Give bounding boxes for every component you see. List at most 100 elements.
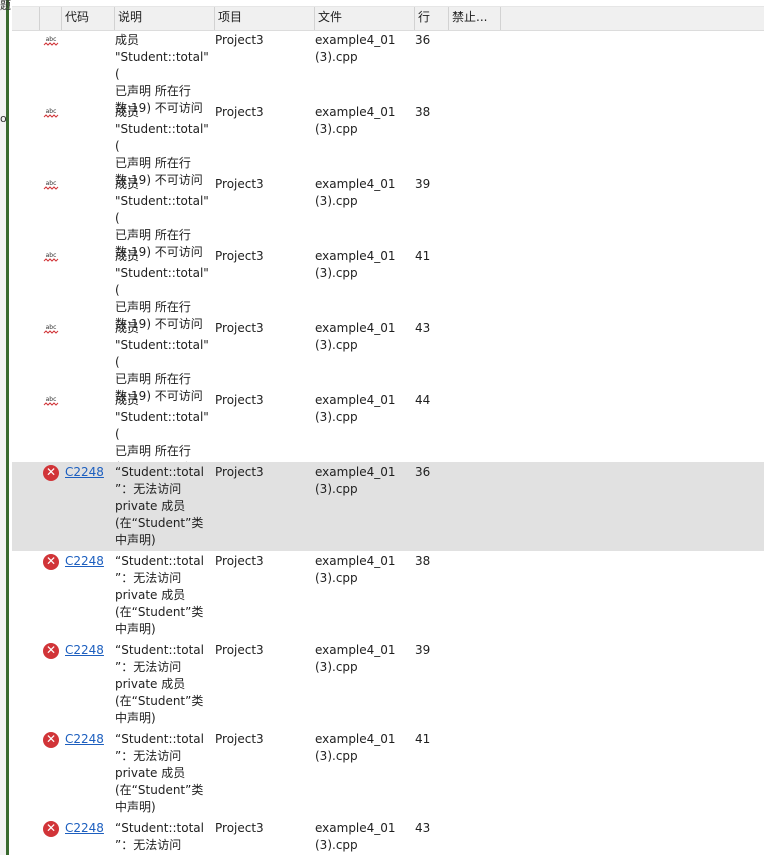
error-line-number: 43 (415, 321, 431, 335)
error-list-row[interactable]: ✕ C2248 “Student::total ”：无法访问 private 成员 (在“… (12, 729, 764, 818)
file-name-line: (3).cpp (315, 194, 358, 208)
description-line: “Student::total (115, 465, 204, 479)
error-file: example4_01 (3).cpp (315, 104, 405, 138)
error-line-number: 43 (415, 821, 431, 835)
error-project: Project3 (215, 177, 264, 191)
error-icon: ✕ (43, 465, 59, 481)
error-code-link[interactable]: C2248 (65, 821, 104, 835)
intellisense-squiggle-icon: abc (43, 36, 59, 46)
error-file: example4_01 (3).cpp (315, 553, 405, 587)
description-line: 成员 (115, 33, 140, 47)
error-code[interactable]: C2248 (65, 731, 104, 748)
error-list-row[interactable]: abc成员"Student::total" (已声明 所在行数:19) 不可访问… (12, 102, 764, 187)
error-line-number: 38 (415, 105, 431, 119)
intellisense-squiggle-icon: abc (43, 108, 59, 118)
edge-glyph-top: 题 (0, 0, 11, 12)
description-line: 已声明 所在行 (115, 444, 191, 458)
error-code-link[interactable]: C2248 (65, 554, 104, 568)
description-line: private 成员 (115, 499, 186, 513)
error-icon-cross: ✕ (45, 554, 57, 568)
error-project: Project3 (215, 249, 264, 263)
description-line: (在“Student”类 (115, 694, 204, 708)
error-code[interactable]: C2248 (65, 553, 104, 570)
error-list-row[interactable]: abc成员"Student::total" (已声明 所在行数:19) 不可访问… (12, 318, 764, 403)
file-name-line: example4_01 (315, 33, 396, 47)
error-list-row[interactable]: ✕ C2248 “Student::total ”：无法访问 Project3 examp… (12, 818, 764, 858)
squiggle-icon-wave (43, 402, 59, 406)
error-list-row[interactable]: abc成员"Student::total" (已声明 所在行数:19) 不可访问… (12, 174, 764, 259)
error-line-number: 39 (415, 643, 431, 657)
error-list-row[interactable]: ✕ C2248 “Student::total ”：无法访问 private 成员 (在“… (12, 551, 764, 640)
squiggle-icon-text: abc (46, 180, 57, 187)
error-file: example4_01 (3).cpp (315, 642, 405, 676)
file-name-line: example4_01 (315, 321, 396, 335)
error-project: Project3 (215, 321, 264, 335)
file-name-line: example4_01 (315, 465, 396, 479)
description-line: 中声明) (115, 622, 156, 636)
file-name-line: (3).cpp (315, 660, 358, 674)
error-line-number: 36 (415, 33, 431, 47)
error-file: example4_01 (3).cpp (315, 248, 405, 282)
error-list-row[interactable]: abc成员"Student::total" (已声明 所在行数:19) 不可访问… (12, 390, 764, 475)
column-header-description[interactable]: 说明 (115, 7, 215, 30)
error-project: Project3 (215, 33, 264, 47)
error-icon: ✕ (43, 643, 59, 659)
file-name-line: example4_01 (315, 554, 396, 568)
file-name-line: example4_01 (315, 643, 396, 657)
error-list-row[interactable]: abc成员"Student::total" (已声明 所在行数:19) 不可访问… (12, 30, 764, 115)
error-project: Project3 (215, 393, 264, 407)
error-icon: ✕ (43, 732, 59, 748)
description-line: 成员 (115, 177, 140, 191)
description-line: ”：无法访问 (115, 838, 182, 852)
description-line: ”：无法访问 (115, 571, 182, 585)
error-code[interactable]: C2248 (65, 642, 104, 659)
column-header-category[interactable] (40, 7, 62, 30)
file-name-line: (3).cpp (315, 410, 358, 424)
description-line: “Student::total (115, 643, 204, 657)
squiggle-icon-text: abc (46, 108, 57, 115)
squiggle-icon-wave (43, 42, 59, 46)
edge-glyph-mid: o (0, 112, 7, 125)
error-code[interactable]: C2248 (65, 820, 104, 837)
file-name-line: (3).cpp (315, 482, 358, 496)
description-line: “Student::total (115, 732, 204, 746)
error-list-row[interactable]: ✕ C2248 “Student::total ”：无法访问 private 成员 (在“… (12, 462, 764, 551)
error-list-row[interactable]: ✕ C2248 “Student::total ”：无法访问 private 成员 (在“… (12, 640, 764, 729)
file-name-line: (3).cpp (315, 571, 358, 585)
column-header-project[interactable]: 项目 (215, 7, 315, 30)
description-line: private 成员 (115, 588, 186, 602)
description-line: private 成员 (115, 677, 186, 691)
error-list-row[interactable]: abc成员"Student::total" (已声明 所在行数:19) 不可访问… (12, 246, 764, 331)
error-code-link[interactable]: C2248 (65, 465, 104, 479)
description-line: 已声明 所在行 (115, 228, 191, 242)
error-code-link[interactable]: C2248 (65, 732, 104, 746)
description-line: "Student::total" ( (115, 338, 209, 369)
description-line: ”：无法访问 (115, 749, 182, 763)
description-line: 成员 (115, 393, 140, 407)
description-line: 成员 (115, 321, 140, 335)
error-description: “Student::total ”：无法访问 (115, 820, 215, 854)
error-code[interactable]: C2248 (65, 464, 104, 481)
error-project: Project3 (215, 105, 264, 119)
column-header-line[interactable]: 行 (415, 7, 449, 30)
column-header-code[interactable]: 代码 (62, 7, 115, 30)
file-name-line: (3).cpp (315, 266, 358, 280)
squiggle-icon-text: abc (46, 324, 57, 331)
file-name-line: example4_01 (315, 249, 396, 263)
intellisense-squiggle-icon: abc (43, 324, 59, 334)
error-icon-cross: ✕ (45, 821, 57, 835)
file-name-line: example4_01 (315, 177, 396, 191)
error-code-link[interactable]: C2248 (65, 643, 104, 657)
file-name-line: example4_01 (315, 821, 396, 835)
error-project: Project3 (215, 821, 264, 835)
column-header-icon[interactable] (12, 7, 40, 30)
error-file: example4_01 (3).cpp (315, 464, 405, 498)
description-line: (在“Student”类 (115, 783, 204, 797)
error-line-number: 39 (415, 177, 431, 191)
description-line: 成员 (115, 105, 140, 119)
description-line: 中声明) (115, 533, 156, 547)
column-header-file[interactable]: 文件 (315, 7, 415, 30)
column-header-suppression[interactable]: 禁止... (449, 7, 501, 30)
intellisense-squiggle-icon: abc (43, 252, 59, 262)
error-file: example4_01 (3).cpp (315, 392, 405, 426)
